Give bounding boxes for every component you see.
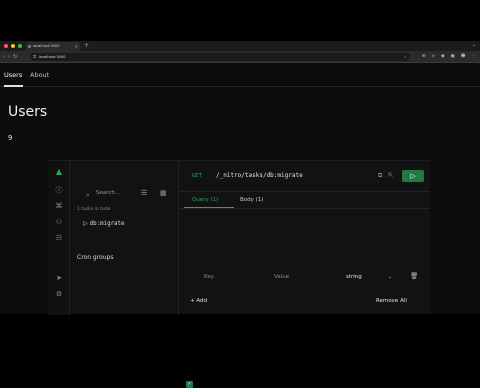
- new-tab-button[interactable]: +: [84, 42, 89, 50]
- forward-icon[interactable]: ›: [8, 53, 10, 61]
- nuxt-devtools-panel: ▲ ⓘ ⌘ ⚇ ☷ ➤ ⚙ ⌕ ☰ ▦ 1 tasks in total ▷db…: [48, 160, 430, 388]
- pointer-icon[interactable]: ➤: [54, 273, 64, 283]
- sidepanel-icon[interactable]: ▣: [451, 53, 455, 61]
- search-icon: ⌕: [86, 191, 90, 199]
- back-icon[interactable]: ‹: [3, 53, 5, 61]
- nav-link-users[interactable]: Users: [4, 64, 22, 87]
- tab-query[interactable]: Query (1): [192, 195, 218, 205]
- address-bar: ‹ › ↻ ⚿ localhost:3000 ☆ ⊕ ◈ ◆ ▣ ☻ ⋮: [0, 51, 480, 63]
- layers-icon[interactable]: ☷: [54, 233, 64, 243]
- delete-param-icon[interactable]: 🗑: [410, 272, 418, 281]
- param-enabled-checkbox[interactable]: ✓: [186, 381, 193, 388]
- tasks-list: ⌕ ☰ ▦ 1 tasks in total ▷db:migrate Cron …: [71, 161, 179, 315]
- tasks-total: 1 tasks in total: [77, 207, 111, 212]
- info-icon[interactable]: ⓘ: [54, 185, 64, 195]
- window-controls: [4, 44, 22, 48]
- remove-all-button[interactable]: Remove All: [376, 297, 407, 305]
- http-method: GET: [192, 173, 202, 179]
- param-value-input[interactable]: Value: [274, 273, 289, 281]
- query-param-row: ✓ Key Value string ⌄ 🗑: [180, 269, 430, 388]
- chevron-down-icon: ⌄: [388, 274, 393, 280]
- tab-body[interactable]: Body (1): [240, 195, 263, 205]
- devtools-sidebar: ▲ ⓘ ⌘ ⚇ ☷ ➤ ⚙: [48, 161, 70, 315]
- top-nav: Users About: [0, 64, 480, 87]
- task-detail: GET /_nitro/tasks/db:migrate ⧉ ⇱ ▷ Query…: [180, 161, 430, 388]
- param-key-input[interactable]: Key: [204, 273, 214, 281]
- browser-tab[interactable]: localhost:3000 ×: [26, 42, 80, 51]
- close-window-button[interactable]: [4, 44, 8, 48]
- menu-kebab-icon[interactable]: ⋮: [472, 53, 477, 61]
- extensions-bar: ⊕ ◈ ◆ ▣ ☻ ⋮: [422, 53, 476, 61]
- task-item-db-migrate[interactable]: ▷ db:migrate: [83, 219, 177, 229]
- run-task-button[interactable]: ▷: [402, 170, 424, 182]
- site-info-icon[interactable]: ⚿: [33, 53, 36, 61]
- page-title: Users: [8, 104, 48, 120]
- profile-icon[interactable]: ☻: [461, 53, 466, 61]
- maximize-window-button[interactable]: [18, 44, 22, 48]
- open-external-icon[interactable]: ⇱: [388, 171, 393, 181]
- extension-icon[interactable]: ⊕: [422, 53, 426, 61]
- copy-icon[interactable]: ⧉: [378, 171, 382, 181]
- components-icon[interactable]: ⌘: [54, 201, 64, 211]
- active-nav-indicator: [4, 85, 23, 87]
- tab-title: localhost:3000: [33, 44, 60, 48]
- cron-groups-heading: Cron groups: [77, 254, 114, 261]
- param-type-select[interactable]: string: [346, 273, 362, 281]
- divider: [180, 208, 430, 209]
- page-content: Users About Users 9 ▲ ⓘ ⌘ ⚇ ☷ ➤ ⚙ ⌕ Sear…: [0, 64, 480, 388]
- vue-devtools-icon[interactable]: ◈: [432, 53, 435, 61]
- list-view-icon[interactable]: ☰: [141, 189, 147, 197]
- grid-view-icon[interactable]: ▦: [160, 189, 167, 197]
- task-path-field[interactable]: /_nitro/tasks/db:migrate: [216, 171, 356, 181]
- users-count: 9: [8, 134, 13, 142]
- graph-icon[interactable]: ⚇: [54, 217, 64, 227]
- settings-icon[interactable]: ⚙: [54, 289, 64, 299]
- search-input[interactable]: [96, 188, 136, 198]
- nav-buttons: ‹ › ↻: [3, 53, 17, 61]
- bookmark-star-icon[interactable]: ☆: [403, 53, 407, 61]
- nuxt-logo-icon[interactable]: ▲: [54, 167, 64, 177]
- extension-icon[interactable]: ◆: [441, 53, 444, 61]
- play-icon: ▷: [83, 220, 88, 227]
- browser-window: localhost:3000 × + ⌄ ‹ › ↻ ⚿ localhost:3…: [0, 41, 480, 388]
- tab-search-icon[interactable]: ⌄: [472, 42, 476, 48]
- url-text: localhost:3000: [39, 55, 66, 59]
- task-name: db:migrate: [89, 221, 125, 227]
- reload-icon[interactable]: ↻: [13, 53, 17, 61]
- favicon-icon: [28, 45, 31, 48]
- tab-close-icon[interactable]: ×: [75, 42, 78, 51]
- nav-link-about[interactable]: About: [30, 64, 49, 87]
- minimize-window-button[interactable]: [11, 44, 15, 48]
- add-param-button[interactable]: + Add: [190, 297, 207, 305]
- divider: [180, 191, 430, 192]
- tab-strip: localhost:3000 × + ⌄: [0, 41, 480, 51]
- screen: localhost:3000 × + ⌄ ‹ › ↻ ⚿ localhost:3…: [0, 0, 480, 388]
- url-field[interactable]: ⚿ localhost:3000 ☆: [30, 53, 410, 61]
